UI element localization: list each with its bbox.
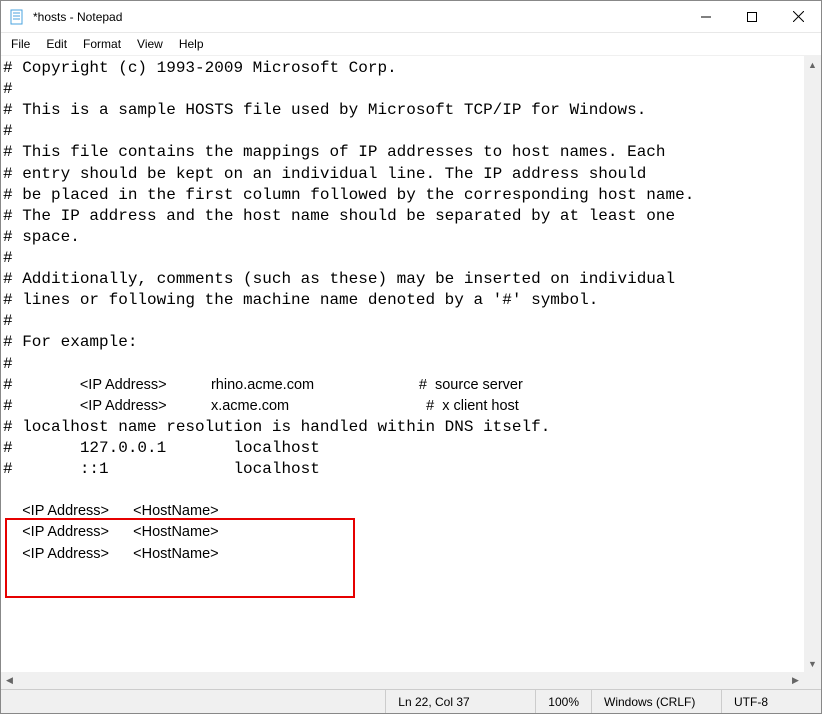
scroll-right-button[interactable]: ▶ xyxy=(787,672,804,689)
scroll-left-button[interactable]: ◀ xyxy=(1,672,18,689)
menu-edit[interactable]: Edit xyxy=(38,35,75,53)
minimize-button[interactable] xyxy=(683,1,729,33)
host-entry-row: <IP Address> <HostName> xyxy=(22,503,218,519)
text-area[interactable]: # Copyright (c) 1993-2009 Microsoft Corp… xyxy=(1,56,804,672)
menu-bar: File Edit Format View Help xyxy=(1,33,821,55)
scroll-corner xyxy=(804,672,821,689)
status-zoom: 100% xyxy=(535,690,591,713)
document-content: # Copyright (c) 1993-2009 Microsoft Corp… xyxy=(3,58,802,565)
horizontal-scrollbar[interactable]: ◀ ▶ xyxy=(1,672,804,689)
horizontal-scroll-track[interactable] xyxy=(18,672,787,689)
scroll-down-button[interactable]: ▼ xyxy=(804,655,821,672)
maximize-button[interactable] xyxy=(729,1,775,33)
menu-help[interactable]: Help xyxy=(171,35,212,53)
scroll-up-button[interactable]: ▲ xyxy=(804,56,821,73)
host-entry-row: <IP Address> <HostName> xyxy=(22,524,218,540)
status-spacer xyxy=(1,690,385,713)
close-button[interactable] xyxy=(775,1,821,33)
notepad-icon xyxy=(9,9,25,25)
title-bar: *hosts - Notepad xyxy=(1,1,821,33)
menu-format[interactable]: Format xyxy=(75,35,129,53)
status-line-ending: Windows (CRLF) xyxy=(591,690,721,713)
menu-view[interactable]: View xyxy=(129,35,171,53)
status-encoding: UTF-8 xyxy=(721,690,821,713)
status-bar: Ln 22, Col 37 100% Windows (CRLF) UTF-8 xyxy=(1,689,821,713)
window-title: *hosts - Notepad xyxy=(31,10,683,24)
window-controls xyxy=(683,1,821,33)
host-entry-row: <IP Address> <HostName> xyxy=(22,546,218,562)
vertical-scrollbar[interactable]: ▲ ▼ xyxy=(804,56,821,672)
status-position: Ln 22, Col 37 xyxy=(385,690,535,713)
vertical-scroll-track[interactable] xyxy=(804,73,821,655)
menu-file[interactable]: File xyxy=(3,35,38,53)
editor: # Copyright (c) 1993-2009 Microsoft Corp… xyxy=(1,55,821,689)
